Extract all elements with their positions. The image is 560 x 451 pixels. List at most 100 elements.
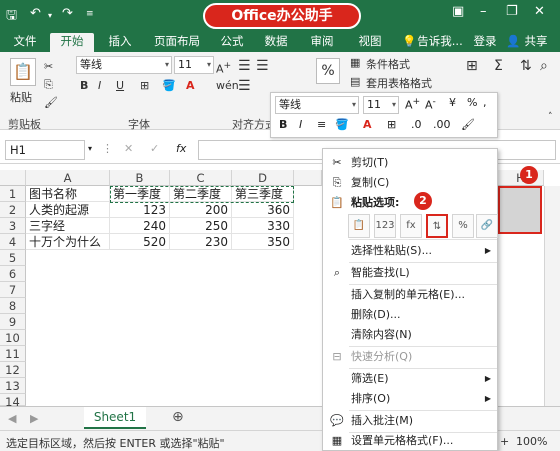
mini-currency-icon[interactable]: ¥ bbox=[449, 96, 456, 109]
close-icon[interactable]: ✕ bbox=[534, 4, 545, 19]
row-header[interactable]: 10 bbox=[0, 330, 26, 346]
format-painter-icon[interactable]: 🖌 bbox=[44, 96, 58, 109]
font-size-combo[interactable]: 11 ▾ bbox=[174, 56, 214, 74]
sign-in-link[interactable]: 登录 bbox=[468, 33, 502, 52]
cell-d4[interactable]: 350 bbox=[232, 234, 294, 250]
paste-icon[interactable]: 📋 bbox=[10, 58, 36, 86]
prev-sheet-icon[interactable]: ◀ bbox=[8, 412, 16, 425]
row-header[interactable]: 1 bbox=[0, 186, 26, 202]
vertical-scrollbar[interactable] bbox=[544, 186, 560, 406]
tab-file[interactable]: 文件 bbox=[6, 33, 44, 52]
menu-item-delete[interactable]: 删除(D)... bbox=[323, 305, 499, 325]
row-header[interactable]: 6 bbox=[0, 266, 26, 282]
paste-option-paste[interactable]: 📋 bbox=[348, 214, 370, 238]
row-header[interactable]: 14 bbox=[0, 394, 26, 409]
mini-italic-button[interactable]: I bbox=[299, 118, 302, 131]
find-select-icon[interactable]: ⌕ bbox=[540, 58, 548, 74]
mini-bold-button[interactable]: B bbox=[279, 118, 287, 131]
paste-button-label[interactable]: 粘贴 bbox=[10, 89, 32, 105]
paste-option-values[interactable]: 123 bbox=[374, 214, 396, 238]
menu-item-clear-contents[interactable]: 清除内容(N) bbox=[323, 325, 499, 345]
bold-button[interactable]: B bbox=[80, 79, 88, 92]
mini-comma-icon[interactable]: , bbox=[483, 96, 487, 109]
tab-home[interactable]: 开始 bbox=[50, 33, 94, 52]
menu-item-insert-copied[interactable]: 插入复制的单元格(E)... bbox=[323, 285, 499, 305]
cell-d2[interactable]: 360 bbox=[232, 202, 294, 218]
sort-filter-icon[interactable]: ⇅ bbox=[520, 58, 532, 74]
paste-option-formatting[interactable]: % bbox=[452, 214, 474, 238]
ribbon-display-icon[interactable]: ▣ bbox=[452, 4, 464, 19]
align-top-icon[interactable]: ☰ bbox=[238, 58, 251, 74]
paste-option-formulas[interactable]: fx bbox=[400, 214, 422, 238]
tab-review[interactable]: 审阅 bbox=[302, 33, 342, 52]
paste-option-link[interactable]: 🔗 bbox=[476, 214, 498, 238]
tell-me-search[interactable]: 告诉我... bbox=[416, 33, 464, 52]
mini-font-color-icon[interactable]: A bbox=[363, 118, 372, 131]
mini-increase-decimal-icon[interactable]: .0 bbox=[411, 118, 422, 131]
zoom-in-icon[interactable]: + bbox=[500, 435, 509, 448]
copy-icon[interactable]: ⎘ bbox=[44, 78, 53, 92]
cond-format-button[interactable]: 条件格式 bbox=[366, 56, 410, 72]
selected-range-h1[interactable] bbox=[498, 186, 542, 234]
save-icon[interactable]: 🖫 bbox=[6, 6, 17, 28]
cell-a3[interactable]: 三字经 bbox=[26, 218, 110, 234]
cell-d3[interactable]: 330 bbox=[232, 218, 294, 234]
menu-item-smart-lookup[interactable]: ⌕ 智能查找(L) bbox=[323, 263, 499, 283]
column-header-d[interactable]: D bbox=[232, 170, 294, 186]
cell-b2[interactable]: 123 bbox=[110, 202, 170, 218]
mini-increase-font-icon[interactable]: A+ bbox=[405, 96, 420, 112]
italic-button[interactable]: I bbox=[98, 79, 101, 92]
paste-option-transpose[interactable]: ⇅ bbox=[426, 214, 448, 238]
menu-item-insert-comment[interactable]: 💬 插入批注(M) bbox=[323, 411, 499, 431]
row-header[interactable]: 3 bbox=[0, 218, 26, 234]
align-middle-icon[interactable]: ☰ bbox=[256, 58, 269, 74]
menu-item-format-cells[interactable]: ▦ 设置单元格格式(F)... bbox=[323, 431, 499, 451]
mini-decrease-font-icon[interactable]: A- bbox=[425, 96, 436, 112]
cell-c3[interactable]: 250 bbox=[170, 218, 232, 234]
undo-icon[interactable]: ↶ bbox=[30, 6, 41, 21]
row-header[interactable]: 2 bbox=[0, 202, 26, 218]
cell-b4[interactable]: 520 bbox=[110, 234, 170, 250]
mini-format-painter-icon[interactable]: 🖌 bbox=[461, 118, 475, 131]
column-header-a[interactable]: A bbox=[26, 170, 110, 186]
undo-dropdown-icon[interactable]: ▾ bbox=[48, 11, 52, 20]
font-color-icon[interactable]: A bbox=[186, 79, 195, 92]
cell-b3[interactable]: 240 bbox=[110, 218, 170, 234]
next-sheet-icon[interactable]: ▶ bbox=[30, 412, 38, 425]
mini-font-name-combo[interactable]: 等线 ▾ bbox=[275, 96, 359, 114]
tab-page-layout[interactable]: 页面布局 bbox=[146, 33, 208, 52]
share-button[interactable]: 共享 bbox=[518, 33, 554, 52]
menu-item-paste-special[interactable]: 选择性粘贴(S)... ▶ bbox=[323, 241, 499, 261]
row-header[interactable]: 5 bbox=[0, 250, 26, 266]
cell-c4[interactable]: 230 bbox=[170, 234, 232, 250]
sum-icon[interactable]: Σ bbox=[494, 58, 503, 74]
row-header[interactable]: 12 bbox=[0, 362, 26, 378]
mini-borders-icon[interactable]: ⊞ bbox=[387, 118, 396, 131]
underline-button[interactable]: U bbox=[116, 79, 124, 92]
mini-percent-icon[interactable]: % bbox=[467, 96, 477, 109]
enter-icon[interactable]: ✓ bbox=[150, 142, 159, 155]
cell-a4[interactable]: 十万个为什么 bbox=[26, 234, 110, 250]
row-header[interactable]: 7 bbox=[0, 282, 26, 298]
column-header-c[interactable]: C bbox=[170, 170, 232, 186]
insert-cells-icon[interactable]: ⊞ bbox=[466, 58, 478, 74]
column-header-e[interactable] bbox=[294, 170, 322, 186]
collapse-ribbon-icon[interactable]: ˄ bbox=[548, 112, 553, 122]
mini-font-size-combo[interactable]: 11 ▾ bbox=[363, 96, 399, 114]
redo-icon[interactable]: ↷ bbox=[62, 6, 73, 21]
row-header[interactable]: 9 bbox=[0, 314, 26, 330]
table-format-button[interactable]: 套用表格格式 bbox=[366, 75, 432, 91]
phonetic-icon[interactable]: wén bbox=[216, 79, 239, 92]
cancel-icon[interactable]: ✕ bbox=[124, 142, 133, 155]
menu-item-sort[interactable]: 排序(O) ▶ bbox=[323, 389, 499, 409]
row-header[interactable]: 8 bbox=[0, 298, 26, 314]
menu-item-quick-analysis[interactable]: ⊟ 快速分析(Q) bbox=[323, 347, 499, 367]
mini-align-icon[interactable]: ≡ bbox=[317, 118, 326, 131]
borders-icon[interactable]: ⊞ bbox=[140, 79, 149, 92]
row-header[interactable]: 4 bbox=[0, 234, 26, 250]
minimize-icon[interactable]: – bbox=[480, 4, 487, 19]
tab-data[interactable]: 数据 bbox=[256, 33, 296, 52]
mini-decrease-decimal-icon[interactable]: .00 bbox=[433, 118, 451, 131]
select-all-corner[interactable] bbox=[0, 170, 26, 186]
name-box-dropdown-icon[interactable]: ▾ bbox=[88, 144, 92, 153]
